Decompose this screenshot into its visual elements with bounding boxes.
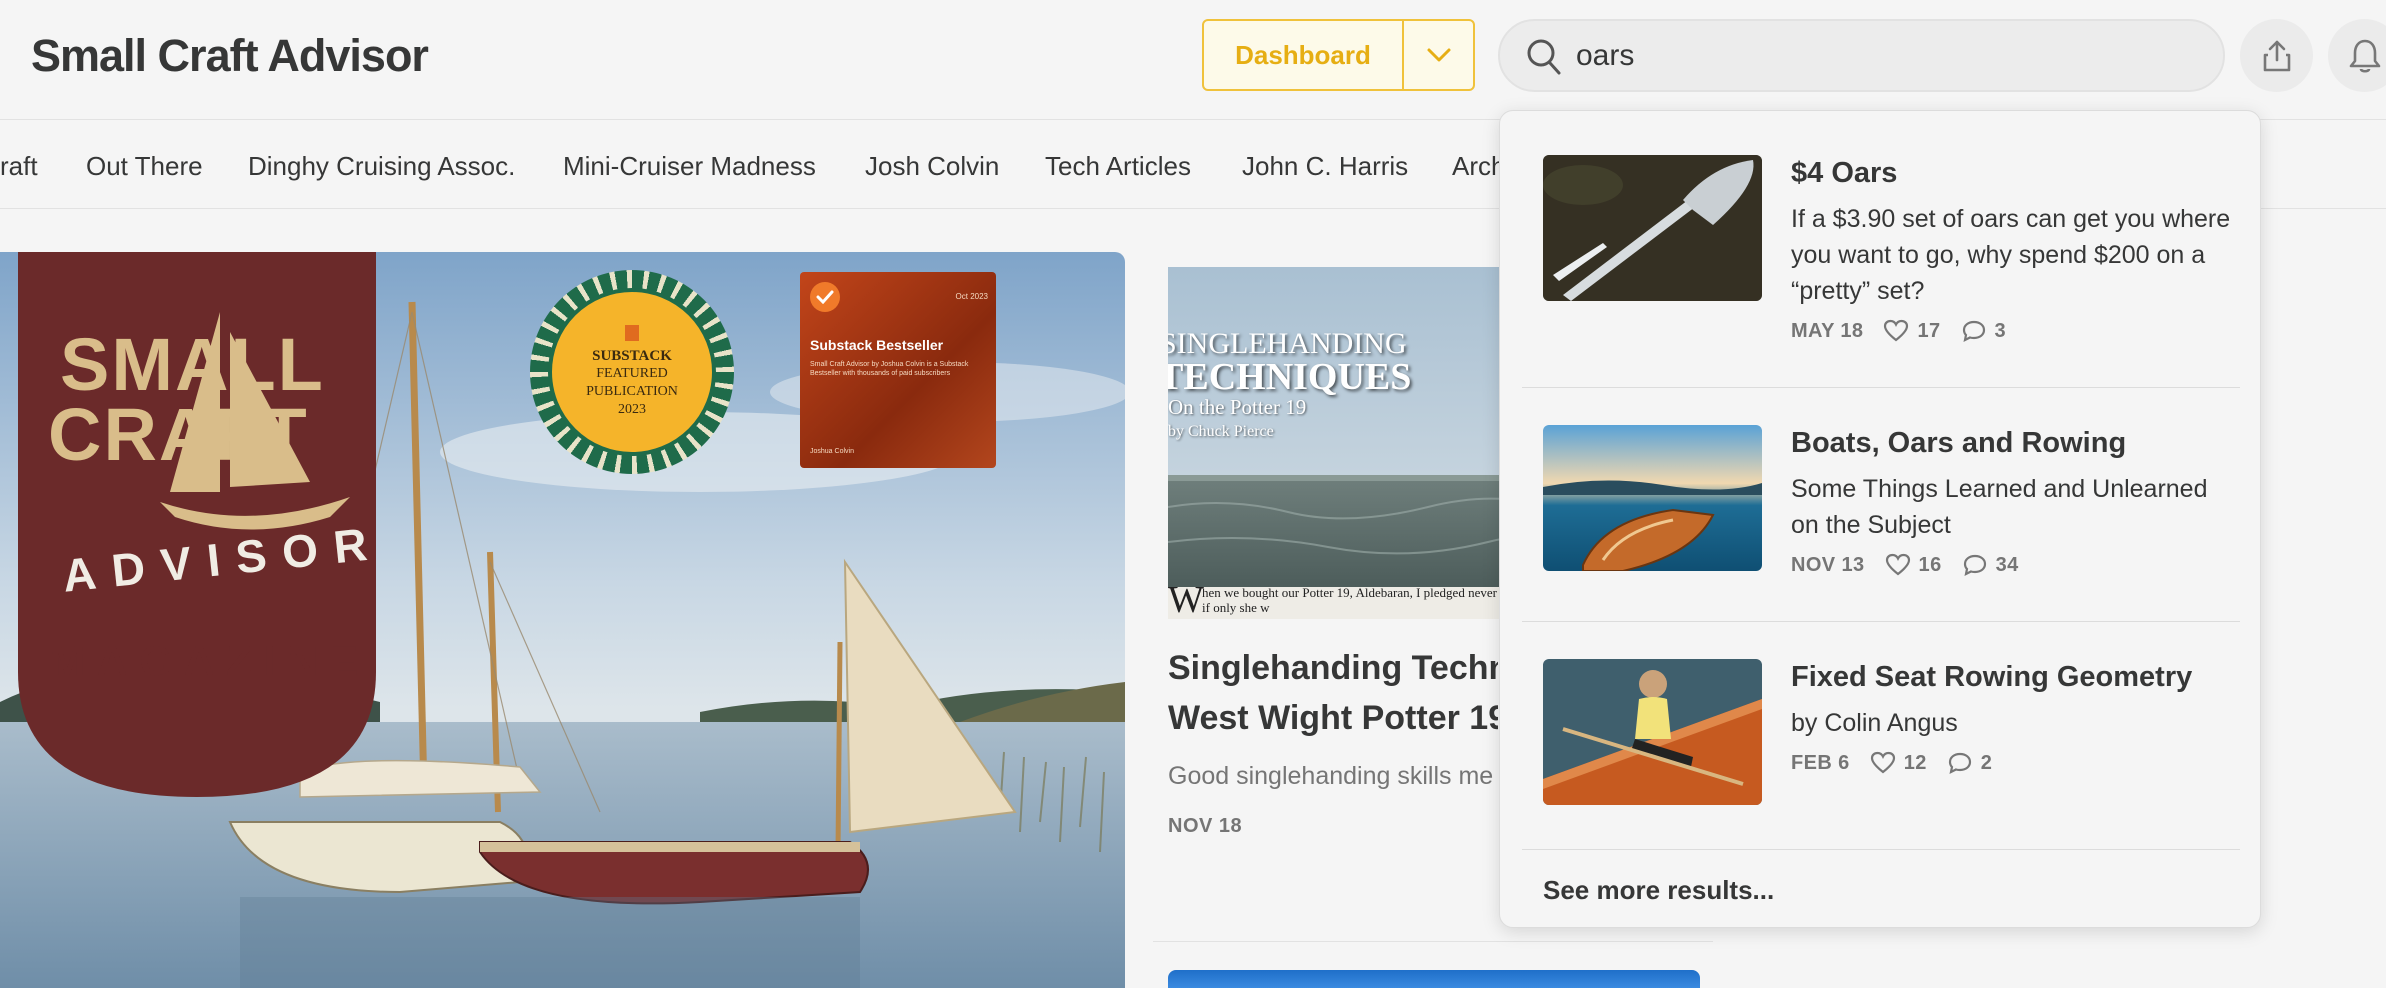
result-comments: 34 xyxy=(1962,553,2019,577)
logo-sailboat-icon xyxy=(160,312,350,530)
see-more-results-link[interactable]: See more results... xyxy=(1543,875,1774,906)
dashboard-dropdown-button[interactable] xyxy=(1402,19,1475,91)
badge-line3: PUBLICATION xyxy=(586,384,678,399)
nav-item-out-there[interactable]: Out There xyxy=(86,151,203,182)
nav-item-tech-articles[interactable]: Tech Articles xyxy=(1045,151,1191,182)
result-date: FEB 6 xyxy=(1791,751,1850,774)
post-thumb-sub: On the Potter 19 xyxy=(1168,395,1307,419)
result-thumbnail xyxy=(1543,155,1762,301)
result-description: by Colin Angus xyxy=(1791,709,1958,737)
search-box[interactable] xyxy=(1498,19,2225,92)
result-description: If a $3.90 set of oars can get you where… xyxy=(1791,205,2231,305)
result-likes: 16 xyxy=(1885,553,1942,577)
next-post-thumbnail[interactable] xyxy=(1168,970,1700,988)
result-title[interactable]: $4 Oars xyxy=(1791,157,1897,190)
result-title[interactable]: Fixed Seat Rowing Geometry xyxy=(1791,661,2192,694)
bestseller-author: Joshua Colvin xyxy=(810,448,854,455)
result-comments-count: 34 xyxy=(1995,553,2019,576)
heart-icon xyxy=(1870,751,1895,774)
result-likes-count: 17 xyxy=(1917,319,1941,342)
search-input[interactable] xyxy=(1576,35,2176,77)
nav-item-archive[interactable]: Arch xyxy=(1452,151,1505,182)
nav-item-dinghy-cruising[interactable]: Dinghy Cruising Assoc. xyxy=(248,151,515,182)
share-button[interactable] xyxy=(2240,19,2313,92)
chevron-down-icon xyxy=(1427,48,1450,62)
heart-icon xyxy=(1884,319,1909,342)
substack-bestseller-card: Oct 2023 Substack Bestseller Small Craft… xyxy=(800,272,996,468)
result-separator xyxy=(1522,387,2240,388)
post-thumb-byline: by Chuck Pierce xyxy=(1168,423,1274,440)
result-date: MAY 18 xyxy=(1791,319,1864,342)
bell-icon xyxy=(2349,39,2380,73)
header: Small Craft Advisor Dashboard xyxy=(0,0,2386,120)
post-title-line2: West Wight Potter 19 xyxy=(1168,699,1498,737)
hero-post-image[interactable]: SMALL CRAFT ADVISOR MAGAZINE SUBSTACK FE… xyxy=(0,252,1125,988)
nav-item-john-harris[interactable]: John C. Harris xyxy=(1242,151,1408,182)
result-meta: MAY 18 17 3 xyxy=(1791,319,2026,343)
post-thumb-dropcap: W xyxy=(1168,579,1204,619)
search-results-dropdown: $4 Oars If a $3.90 set of oars can get y… xyxy=(1499,110,2261,928)
post-divider xyxy=(1153,941,1713,942)
result-likes-count: 16 xyxy=(1918,553,1942,576)
search-icon xyxy=(1527,39,1561,75)
comment-icon xyxy=(1963,554,1986,576)
post-thumb-title2: TECHNIQUES xyxy=(1168,356,1412,398)
badge-line1: SUBSTACK xyxy=(592,348,672,364)
logo-magazine: MAGAZINE xyxy=(50,637,370,684)
bestseller-date: Oct 2023 xyxy=(955,292,988,301)
comment-icon xyxy=(1962,320,1985,342)
dashboard-button[interactable]: Dashboard xyxy=(1202,19,1404,91)
result-comments-count: 3 xyxy=(1994,319,2007,342)
notifications-button[interactable] xyxy=(2328,19,2386,92)
nav-item-josh-colvin[interactable]: Josh Colvin xyxy=(865,151,999,182)
substack-featured-badge: SUBSTACK FEATURED PUBLICATION 2023 xyxy=(530,270,734,474)
badge-year: 2023 xyxy=(618,402,646,417)
site-title[interactable]: Small Craft Advisor xyxy=(31,30,429,82)
result-comments-count: 2 xyxy=(1980,751,1993,774)
check-icon xyxy=(810,282,840,312)
heart-icon xyxy=(1885,553,1910,576)
comment-icon xyxy=(1948,752,1971,774)
result-likes: 17 xyxy=(1883,319,1940,343)
post-date: NOV 18 xyxy=(1168,815,1243,837)
result-meta: NOV 13 16 34 xyxy=(1791,553,2039,577)
result-thumbnail xyxy=(1543,659,1762,805)
result-likes: 12 xyxy=(1870,751,1927,775)
badge-line2: FEATURED xyxy=(596,366,668,381)
result-description: Some Things Learned and Unlearned on the… xyxy=(1791,475,2208,539)
bestseller-title: Substack Bestseller xyxy=(810,337,944,353)
share-icon xyxy=(2263,40,2290,71)
result-comments: 3 xyxy=(1961,319,2007,343)
post-subtitle: Good singlehanding skills me xyxy=(1168,762,1494,790)
nav-item-craft[interactable]: raft xyxy=(0,151,38,182)
result-separator xyxy=(1522,621,2240,622)
post-title-line1: Singlehanding Techni xyxy=(1168,649,1498,687)
substack-logo-icon xyxy=(625,325,639,341)
result-separator xyxy=(1522,849,2240,850)
result-title[interactable]: Boats, Oars and Rowing xyxy=(1791,427,2126,460)
result-meta: FEB 6 12 2 xyxy=(1791,751,2012,775)
result-date: NOV 13 xyxy=(1791,553,1865,576)
result-comments: 2 xyxy=(1947,751,1993,775)
nav-item-mini-cruiser[interactable]: Mini-Cruiser Madness xyxy=(563,151,816,182)
bestseller-body: Small Craft Advisor by Joshua Colvin is … xyxy=(810,361,969,377)
result-likes-count: 12 xyxy=(1903,751,1927,774)
post-title[interactable]: Singlehanding Techni West Wight Potter 1… xyxy=(1168,643,1498,743)
result-thumbnail xyxy=(1543,425,1762,571)
